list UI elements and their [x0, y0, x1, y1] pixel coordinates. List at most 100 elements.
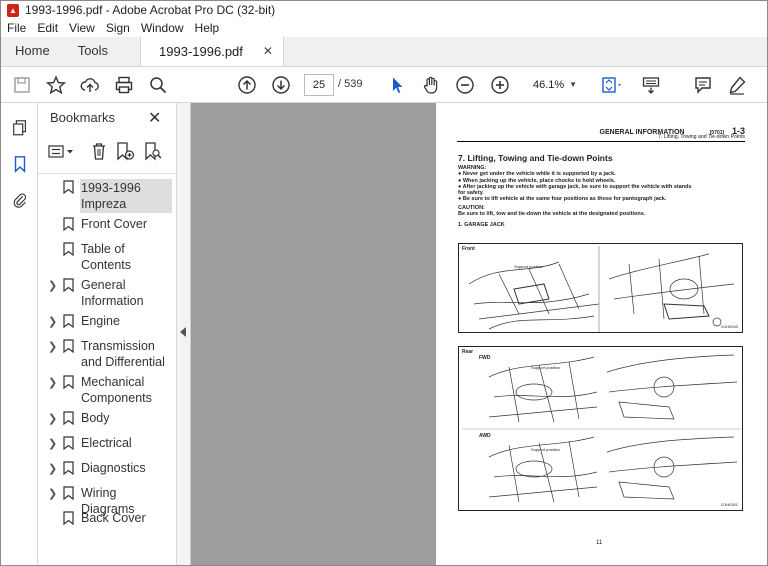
bookmarks-toolbar — [48, 141, 173, 165]
page-number-input[interactable]: 25 — [304, 74, 334, 96]
rear-jack-drawing — [462, 354, 741, 503]
add-bookmark-icon[interactable] — [115, 141, 135, 161]
bookmark-icon — [63, 486, 74, 500]
hand-tool-icon[interactable] — [419, 73, 443, 97]
bookmark-label: Mechanical Components — [81, 375, 152, 405]
document-view[interactable]: GENERAL INFORMATION [0701] 1-3 7. Liftin… — [191, 103, 767, 565]
bookmark-label: Transmission and Differential — [81, 339, 165, 369]
page-footer-number: 11 — [596, 540, 603, 546]
figure-front-jack: Front Support position G1H0043 — [458, 243, 743, 333]
print-icon[interactable] — [112, 73, 136, 97]
bookmarks-title: Bookmarks — [50, 110, 116, 125]
comment-icon[interactable] — [691, 73, 715, 97]
chevron-right-icon[interactable]: ❯ — [48, 486, 57, 502]
delete-bookmark-icon[interactable] — [90, 141, 108, 161]
attachments-icon[interactable] — [9, 189, 31, 211]
menu-help[interactable]: Help — [195, 21, 220, 35]
pdf-icon: ▲ — [7, 3, 19, 17]
acrobat-window: ▲ 1993-1996.pdf - Adobe Acrobat Pro DC (… — [0, 0, 768, 566]
bookmark-icon — [63, 217, 74, 231]
save-icon[interactable] — [10, 73, 34, 97]
bookmark-label: Diagnostics — [81, 461, 146, 475]
close-icon[interactable]: ✕ — [263, 37, 273, 66]
front-jack-drawing — [468, 246, 735, 332]
tab-bar: Home Tools 1993-1996.pdf ✕ — [1, 36, 767, 67]
bookmarks-panel-icon[interactable] — [9, 153, 31, 175]
navigation-rail — [1, 103, 38, 565]
bookmark-label: Front Cover — [81, 217, 147, 231]
fit-page-icon[interactable] — [598, 73, 628, 97]
bookmark-icon — [63, 511, 74, 525]
subsection-title: 1. GARAGE JACK — [458, 222, 505, 229]
bookmark-label: Body — [81, 411, 110, 425]
chevron-right-icon[interactable]: ❯ — [48, 375, 57, 391]
section-body: WARNING: ● Never get under the vehicle w… — [458, 165, 748, 229]
select-cursor-icon[interactable] — [385, 73, 409, 97]
tab-home[interactable]: Home — [1, 36, 64, 66]
tab-document-label: 1993-1996.pdf — [159, 43, 243, 59]
panel-splitter[interactable] — [177, 103, 191, 565]
toolbar: 25 / 539 46.1% ▼ — [1, 67, 767, 103]
warning-line: ● Be sure to lift vehicle at the same fo… — [458, 196, 667, 203]
title-bar: ▲ 1993-1996.pdf - Adobe Acrobat Pro DC (… — [1, 1, 767, 19]
divider — [457, 141, 745, 142]
find-bookmark-icon[interactable] — [143, 141, 163, 161]
bookmark-label: General Information — [81, 278, 144, 308]
keyboard-scroll-icon[interactable] — [639, 73, 663, 97]
page-thumbnails-icon[interactable] — [9, 117, 31, 139]
menu-window[interactable]: Window — [141, 21, 184, 35]
bookmark-label: Back Cover — [81, 511, 146, 525]
star-icon[interactable] — [44, 73, 68, 97]
chevron-down-icon: ▼ — [569, 80, 577, 89]
zoom-level-dropdown[interactable]: 46.1% ▼ — [523, 74, 581, 96]
bookmark-icon — [63, 278, 74, 292]
tab-document[interactable]: 1993-1996.pdf ✕ — [140, 36, 284, 66]
bookmark-item[interactable]: 1993-1996 Impreza — [38, 179, 177, 213]
bookmark-label: 1993-1996 Impreza — [80, 179, 172, 213]
bookmark-icon — [63, 411, 74, 425]
bookmark-label: Engine — [81, 314, 120, 328]
search-icon[interactable] — [146, 73, 170, 97]
section-title: 7. Lifting, Towing and Tie-down Points — [458, 153, 613, 163]
close-icon[interactable]: ✕ — [148, 108, 161, 128]
bookmark-icon — [63, 461, 74, 475]
bookmark-icon — [63, 314, 74, 328]
previous-page-icon[interactable] — [235, 73, 259, 97]
zoom-level-value: 46.1% — [533, 79, 565, 91]
chevron-right-icon[interactable]: ❯ — [48, 436, 57, 452]
window-title: 1993-1996.pdf - Adobe Acrobat Pro DC (32… — [25, 3, 276, 17]
next-page-icon[interactable] — [269, 73, 293, 97]
figure-rear-jack: Rear FWD AWD Support position Support po… — [458, 346, 743, 511]
chevron-right-icon[interactable]: ❯ — [48, 278, 57, 294]
bookmark-icon — [63, 339, 74, 353]
menu-view[interactable]: View — [69, 21, 95, 35]
highlight-pen-icon[interactable] — [725, 73, 749, 97]
menu-file[interactable]: File — [7, 21, 26, 35]
menu-bar: File Edit View Sign Window Help — [1, 19, 767, 37]
figure-callout: Support position — [531, 365, 560, 370]
bookmark-icon — [63, 436, 74, 450]
tab-tools[interactable]: Tools — [64, 36, 122, 66]
caution-text: Be sure to lift, tow and tie-down the ve… — [458, 211, 646, 218]
chevron-right-icon[interactable]: ❯ — [48, 339, 57, 355]
menu-sign[interactable]: Sign — [106, 21, 130, 35]
options-menu-icon[interactable] — [48, 143, 76, 161]
cloud-upload-icon[interactable] — [78, 73, 102, 97]
figure-callout: Support position — [531, 447, 560, 452]
bookmark-icon — [63, 242, 74, 256]
header-subtitle: 7. Lifting, Towing and Tie-down Points — [658, 134, 745, 140]
collapse-panel-icon[interactable] — [180, 327, 186, 337]
bookmark-label: Electrical — [81, 436, 132, 450]
zoom-out-icon[interactable] — [453, 73, 477, 97]
bookmark-label: Table of Contents — [81, 242, 132, 272]
chevron-right-icon[interactable]: ❯ — [48, 314, 57, 330]
pdf-page: GENERAL INFORMATION [0701] 1-3 7. Liftin… — [436, 103, 767, 565]
bookmarks-panel: Bookmarks ✕ 1993-1996 Impreza Front Cove… — [38, 103, 177, 565]
figure-code: G1H0301 — [720, 502, 738, 507]
zoom-in-icon[interactable] — [488, 73, 512, 97]
chevron-right-icon[interactable]: ❯ — [48, 411, 57, 427]
menu-edit[interactable]: Edit — [37, 21, 58, 35]
figure-callout: Support position — [514, 264, 543, 269]
chevron-right-icon[interactable]: ❯ — [48, 461, 57, 477]
bookmark-icon — [63, 375, 74, 389]
